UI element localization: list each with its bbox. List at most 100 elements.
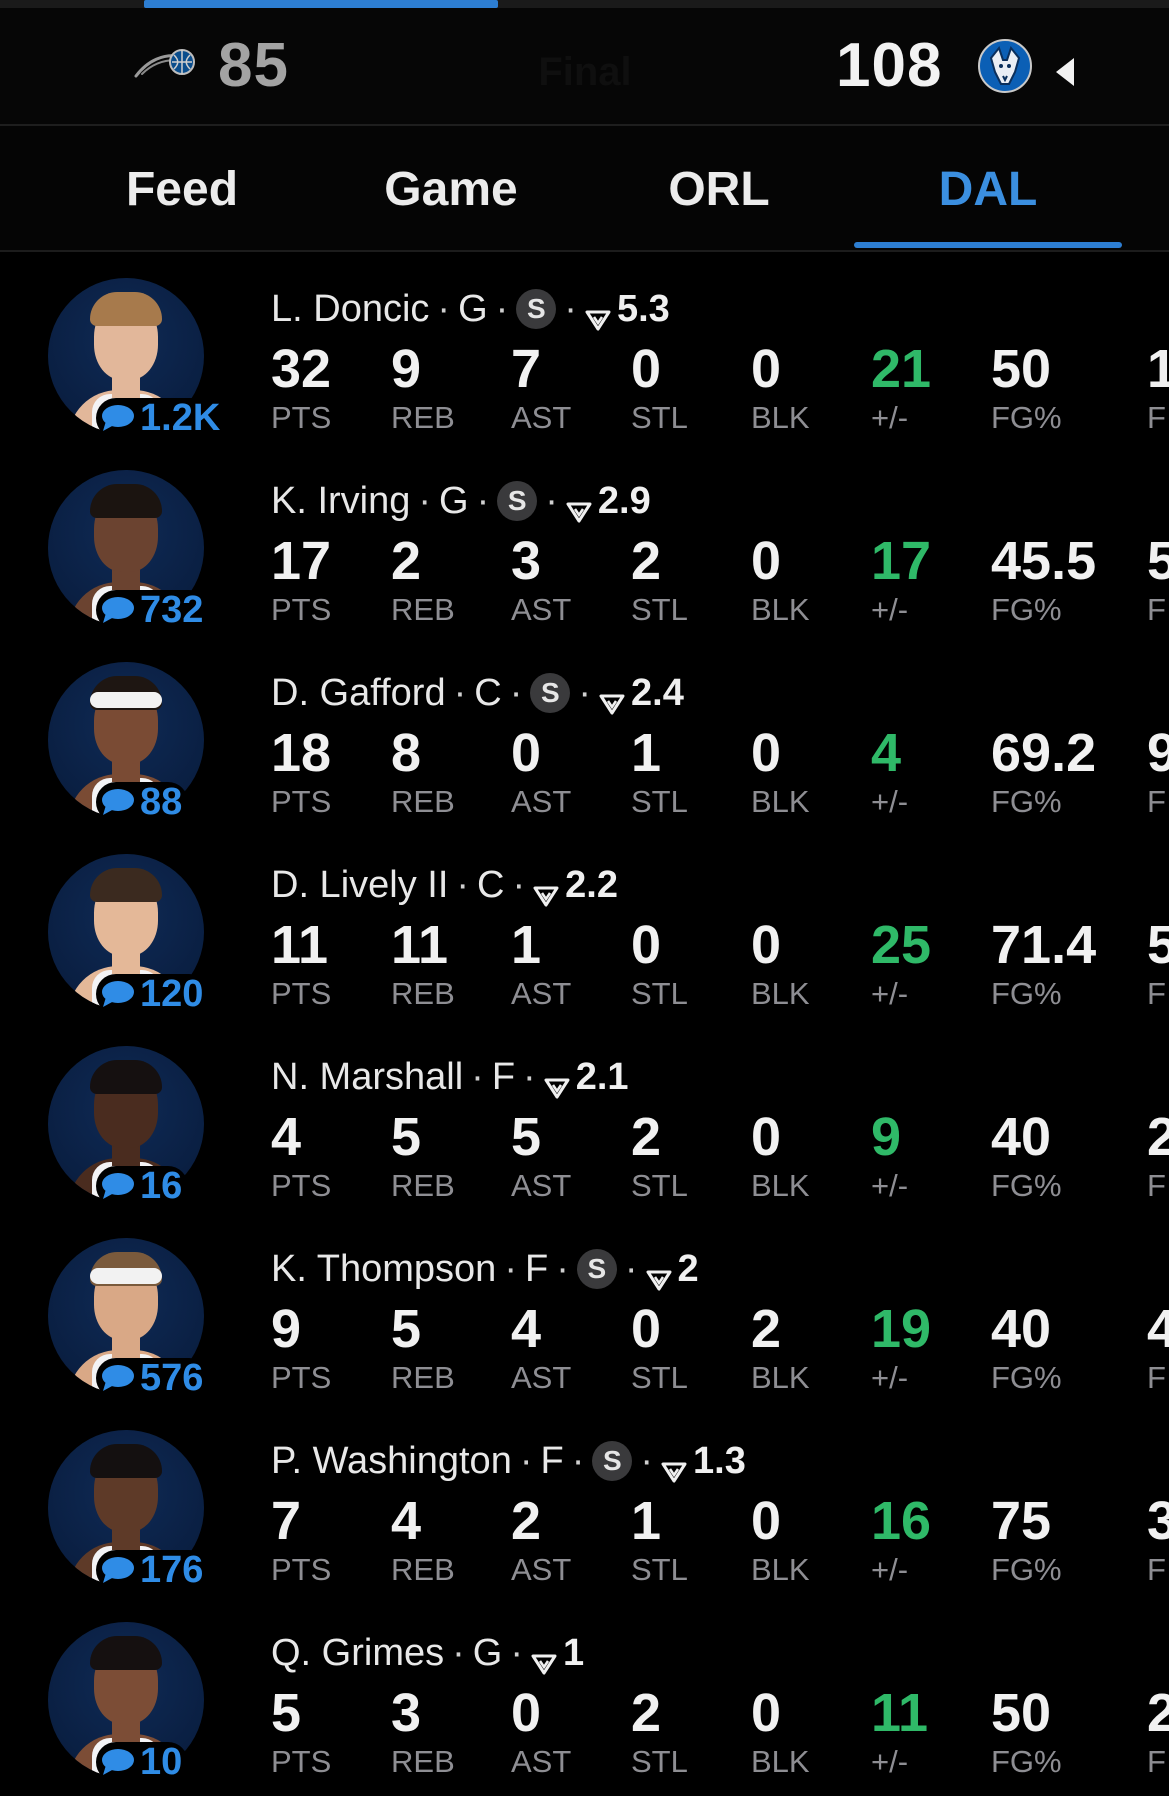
stat-label: BLK xyxy=(751,400,810,435)
player-name: K. Irving xyxy=(271,479,411,522)
player-row-1[interactable]: 732 K. Irving · G · S · 2.9 17 PTS 2 REB 3 AST 2S… xyxy=(0,444,1169,636)
player-rating: 2 xyxy=(677,1247,699,1290)
player-rating: 1.3 xyxy=(693,1439,746,1482)
away-team-score: 85 xyxy=(218,31,289,100)
tab-orl[interactable]: ORL xyxy=(599,162,839,217)
player-name: P. Washington xyxy=(271,1439,512,1482)
separator-dot: · xyxy=(476,479,490,522)
comment-count-badge[interactable]: 88 xyxy=(96,780,189,823)
player-position: G xyxy=(439,479,469,522)
stat-value: 4 xyxy=(511,1299,542,1359)
player-info-line[interactable]: D. Lively II · C · 2.2 xyxy=(271,862,618,908)
stat-label: +/- xyxy=(871,976,909,1011)
player-rating: 2.9 xyxy=(597,479,651,522)
player-info-line[interactable]: K. Thompson · F · S · 2 xyxy=(271,1246,699,1292)
player-row-3[interactable]: 120 D. Lively II · C · 2.2 11 PTS 11 REB 1 AST … xyxy=(0,828,1169,1020)
tab-dal[interactable]: DAL xyxy=(868,162,1108,217)
player-row-7[interactable]: 10 Q. Grimes · G · 1 5 PTS 3 REB 0 AST 2 STL 0 BL… xyxy=(0,1596,1169,1788)
comment-bubble-icon xyxy=(100,979,136,1009)
stat-value: 5 xyxy=(1147,915,1169,975)
stat-value: 0 xyxy=(751,915,782,975)
comment-count-badge[interactable]: 16 xyxy=(96,1165,189,1207)
comment-count-badge[interactable]: 1.2K xyxy=(96,397,227,439)
tab-feed[interactable]: Feed xyxy=(62,162,302,217)
stat-value: 32 xyxy=(271,339,332,399)
player-info-line[interactable]: K. Irving · G · S · 2.9 xyxy=(271,478,651,524)
tab-game[interactable]: Game xyxy=(331,162,571,217)
player-row-0[interactable]: 1.2K L. Doncic · G · S · 5.3 32 PTS 9 REB 7 AST 0… xyxy=(0,252,1169,444)
stat-field-goal-pct: 71.4 FG% xyxy=(991,914,1096,1012)
stat-blocks: 0 BLK xyxy=(751,1106,810,1204)
player-row-5[interactable]: 576 K. Thompson · F · S · 2 9 PTS 5 REB 4 AST 0 ST… xyxy=(0,1212,1169,1404)
stat-value: 40 xyxy=(991,1107,1052,1167)
stat-value: 5 xyxy=(511,1107,542,1167)
comment-count-badge[interactable]: 10 xyxy=(96,1741,189,1783)
player-info-line[interactable]: L. Doncic · G · S · 5.3 xyxy=(271,286,670,332)
stat-value: 8 xyxy=(391,723,422,783)
separator-dot: · xyxy=(624,1247,638,1290)
player-row-2[interactable]: 88 D. Gafford · C · S · 2.4 18 PTS 8 REB 0 AST 1S… xyxy=(0,636,1169,828)
stat-value: 5 xyxy=(1147,531,1169,591)
stat-label: BLK xyxy=(751,784,810,819)
player-row-4[interactable]: 16 N. Marshall · F · 2.1 4 PTS 5 REB 5 AST 2 STL… xyxy=(0,1020,1169,1212)
comment-count-badge[interactable]: 176 xyxy=(96,1548,210,1591)
comment-count-badge[interactable]: 732 xyxy=(96,588,210,631)
comment-count-badge[interactable]: 120 xyxy=(96,972,210,1015)
stat-value: 3 xyxy=(511,531,542,591)
stat-value: 11 xyxy=(391,915,449,975)
stat-value: 50 xyxy=(991,339,1052,399)
score-header[interactable]: 85 Final 108 xyxy=(0,8,1169,126)
stat-blocks: 0 BLK xyxy=(751,338,810,436)
stat-value: 21 xyxy=(871,339,932,399)
stat-plus-minus: 11 +/- xyxy=(871,1682,928,1780)
stat-value: 19 xyxy=(871,1299,932,1359)
stat-steals: 1 STL xyxy=(631,1490,688,1588)
player-position: C xyxy=(474,671,502,714)
stat-label: STL xyxy=(631,400,688,435)
stat-field-goal-pct: 40 FG% xyxy=(991,1106,1062,1204)
player-position: F xyxy=(524,1247,549,1290)
player-name: L. Doncic xyxy=(271,287,430,330)
stat-plus-minus: 19 +/- xyxy=(871,1298,931,1396)
stat-label: STL xyxy=(631,976,688,1011)
comment-count: 732 xyxy=(140,588,204,631)
player-name: K. Thompson xyxy=(271,1247,497,1290)
stat-label: BLK xyxy=(751,1360,810,1395)
comment-count: 120 xyxy=(140,972,204,1015)
stat-label: REB xyxy=(391,592,455,627)
stat-label: AST xyxy=(511,1360,572,1395)
stat-value: 0 xyxy=(751,531,782,591)
game-status: Final xyxy=(538,50,632,94)
stat-next-column-clipped: 3F xyxy=(1147,1490,1169,1588)
stat-assists: 5 AST xyxy=(511,1106,571,1204)
stat-steals: 0 STL xyxy=(631,338,688,436)
stat-value: 4 xyxy=(271,1107,302,1167)
app-screen: 85 Final 108 Feed Game ORL DAL 1.2K L. D… xyxy=(0,0,1169,1796)
player-info-line[interactable]: D. Gafford · C · S · 2.4 xyxy=(271,670,684,716)
stat-label: REB xyxy=(391,784,455,819)
player-info-line[interactable]: P. Washington · F · S · 1.3 xyxy=(271,1438,746,1484)
separator-dot: · xyxy=(519,1439,533,1482)
separator-dot: · xyxy=(571,1439,585,1482)
stat-label: FG% xyxy=(991,400,1062,435)
separator-dot: · xyxy=(510,1631,523,1674)
stat-value: 0 xyxy=(631,339,662,399)
top-progress-indicator xyxy=(144,0,498,8)
comment-count: 88 xyxy=(140,780,183,823)
stat-label: +/- xyxy=(871,592,909,627)
stat-next-column-clipped: 9F xyxy=(1147,722,1169,820)
player-name: Q. Grimes xyxy=(271,1631,445,1674)
stat-field-goal-pct: 50 FG% xyxy=(991,1682,1062,1780)
stat-value: 1 xyxy=(1147,339,1169,399)
stat-rebounds: 11 REB xyxy=(391,914,455,1012)
player-row-6[interactable]: 176 P. Washington · F · S · 1.3 7 PTS 4 REB 2 AST… xyxy=(0,1404,1169,1596)
stat-value: 4 xyxy=(1147,1299,1169,1359)
comment-count: 176 xyxy=(140,1548,204,1591)
comment-count-badge[interactable]: 576 xyxy=(96,1357,210,1399)
stat-value: 45.5 xyxy=(991,531,1097,591)
player-info-line[interactable]: Q. Grimes · G · 1 xyxy=(271,1630,584,1676)
player-info-line[interactable]: N. Marshall · F · 2.1 xyxy=(271,1054,629,1100)
separator-dot: · xyxy=(564,287,577,330)
stat-label: FG% xyxy=(991,1360,1062,1395)
comment-bubble-icon xyxy=(100,1555,136,1585)
